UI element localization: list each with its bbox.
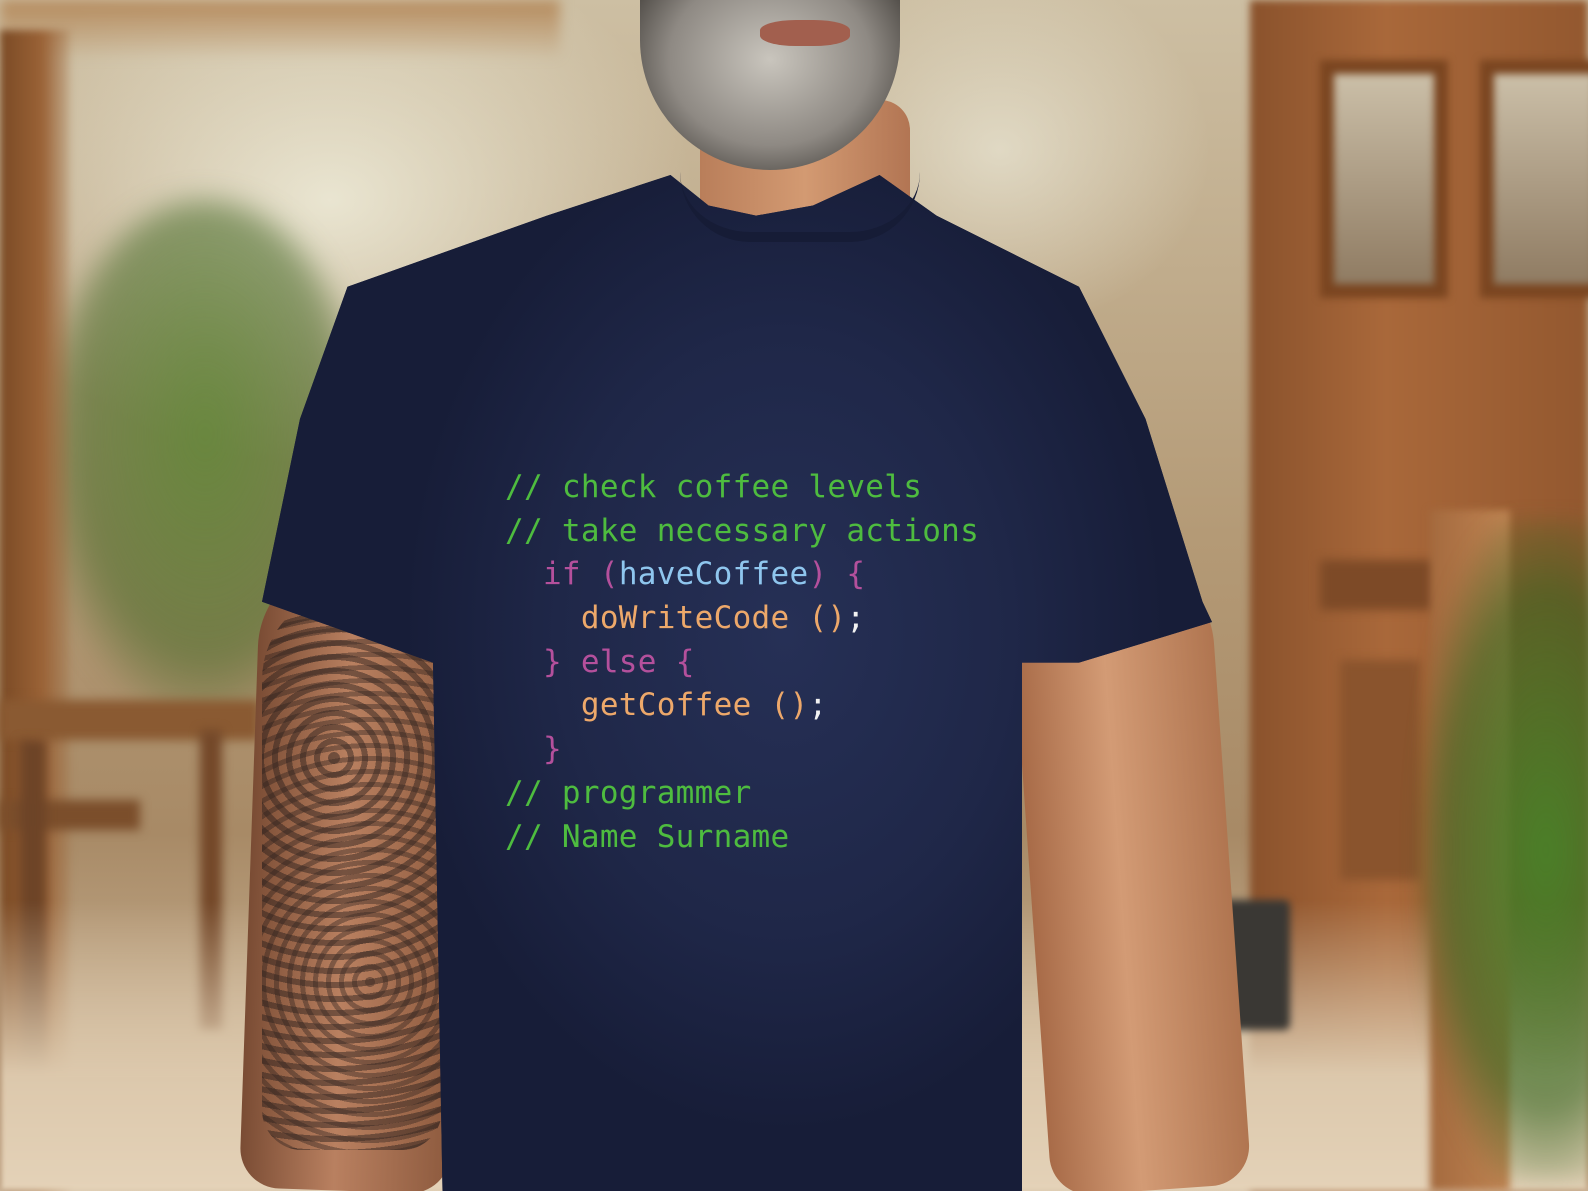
code-line: // check coffee levels — [505, 466, 979, 510]
code-token-punct: ; — [808, 687, 828, 724]
code-token-keyword: { — [675, 643, 695, 680]
code-token-function: getCoffee — [580, 687, 752, 724]
foreground-plant — [1420, 520, 1588, 1180]
photo-scene: // check coffee levels // take necessary … — [0, 0, 1588, 1191]
code-token-keyword: } — [542, 731, 562, 768]
code-token-keyword: ( — [599, 556, 619, 593]
code-token-function: doWriteCode — [580, 600, 790, 637]
code-token-keyword: ) — [808, 556, 828, 593]
code-line: } else { — [505, 641, 979, 685]
shirt-collar — [680, 172, 920, 242]
cabinet-window — [1320, 60, 1448, 298]
code-token-comment: // check coffee levels — [505, 469, 923, 505]
code-token-function: () — [808, 600, 847, 637]
code-token-function: () — [770, 687, 809, 724]
code-token-punct: ; — [846, 600, 866, 637]
code-token-comment: // take necessary actions — [505, 512, 980, 549]
code-line: // take necessary actions — [505, 510, 979, 554]
code-line: getCoffee (); — [505, 684, 979, 728]
background-roof — [0, 0, 560, 60]
code-token-keyword: { — [846, 556, 866, 593]
shirt-code-print: // check coffee levels // take necessary … — [505, 466, 979, 859]
code-line: // programmer — [505, 772, 979, 816]
code-line: if (haveCoffee) { — [505, 553, 979, 597]
code-token-keyword: else — [580, 643, 657, 680]
code-token-variable: haveCoffee — [618, 556, 809, 593]
code-token-comment: // Name Surname — [505, 818, 790, 855]
code-token-keyword: if — [542, 556, 581, 593]
code-token-comment: // programmer — [505, 774, 752, 811]
cabinet-window — [1480, 60, 1588, 298]
person-lips — [760, 20, 850, 46]
arm-tattoo — [262, 590, 442, 1150]
background-chair — [1340, 660, 1420, 880]
code-line: // Name Surname — [505, 816, 979, 860]
background-table — [1320, 560, 1440, 610]
code-line: } — [505, 728, 979, 772]
code-line: doWriteCode (); — [505, 597, 979, 641]
code-token-keyword: } — [542, 643, 562, 680]
